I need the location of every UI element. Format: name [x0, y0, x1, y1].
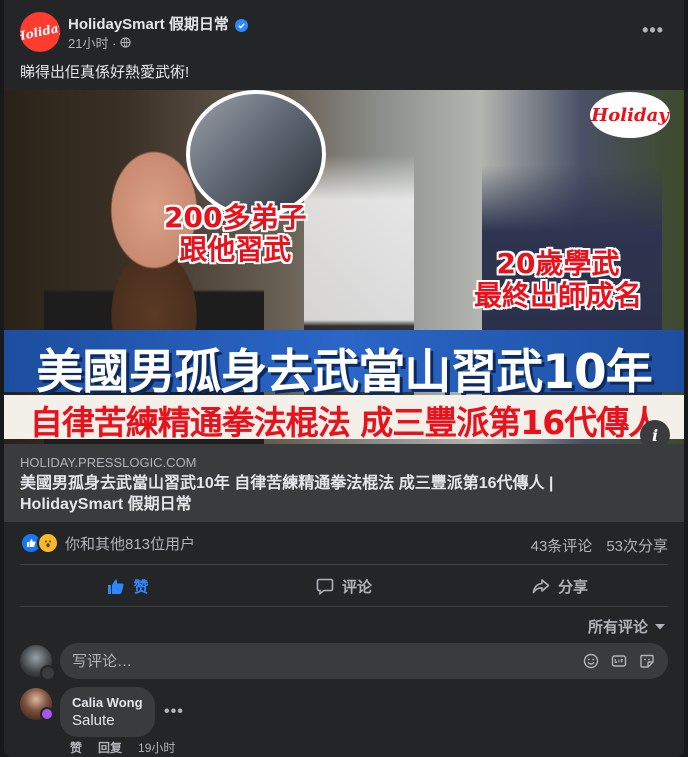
comment-label: 评论: [341, 578, 372, 596]
link-preview[interactable]: HOLIDAY.PRESSLOGIC.COM 美國男孤身去武當山習武10年 自律…: [4, 444, 684, 522]
link-title[interactable]: 美國男孤身去武當山習武10年 自律苦練精通拳法棍法 成三豐派第16代傳人 | H…: [20, 473, 660, 515]
image-caption-learning: 20歲學武 最終出師成名: [474, 247, 643, 313]
chevron-down-icon[interactable]: [40, 665, 56, 681]
top-fan-badge-icon: [40, 707, 54, 721]
emoji-icon[interactable]: [582, 652, 600, 670]
page-avatar[interactable]: Holiday: [20, 12, 60, 52]
divider-top: [20, 564, 668, 565]
action-bar: 赞 评论 分享: [20, 568, 668, 604]
page-name[interactable]: HolidaySmart 假期日常: [68, 13, 248, 34]
verified-badge-icon: [234, 19, 248, 32]
info-icon[interactable]: i: [640, 420, 670, 444]
link-domain: HOLIDAY.PRESSLOGIC.COM: [20, 455, 197, 470]
share-icon: [532, 579, 550, 594]
reactions-text: 你和其他813位用户: [65, 535, 196, 553]
engagement-counts: 43条评论 53次分享: [531, 535, 668, 556]
comment-sort-dropdown[interactable]: 所有评论: [588, 616, 666, 637]
wow-reaction-icon: [37, 532, 59, 554]
reactions-summary[interactable]: 你和其他813位用户: [20, 532, 195, 554]
comment-sort-label: 所有评论: [587, 619, 648, 636]
like-label: 赞: [133, 578, 149, 596]
globe-icon: [120, 37, 132, 48]
post-text: 睇得出佢真係好熱愛武術!: [20, 64, 190, 81]
thumbs-up-icon: [108, 579, 125, 594]
comments-count[interactable]: 43条评论: [531, 535, 593, 556]
divider-bottom: [20, 606, 668, 607]
comment-bubble: Calia Wong Salute: [60, 687, 155, 737]
comment-icon: [316, 578, 334, 595]
post-image[interactable]: 200多弟子 跟他習武 20歲學武 最終出師成名 Holiday 美國男孤身去武…: [4, 90, 684, 444]
image-subline: 自律苦練精通拳法棍法 成三豐派第16代傳人: [29, 403, 661, 442]
image-inset-circle: [186, 90, 326, 218]
comment-more-options-icon[interactable]: •••: [164, 703, 184, 721]
comment-text: Salute: [72, 712, 115, 729]
page-avatar-logo: Holiday: [20, 19, 60, 45]
like-button[interactable]: 赞: [20, 568, 236, 604]
share-label: 分享: [557, 578, 588, 596]
comment-reply-link[interactable]: 回复: [98, 739, 122, 756]
post-meta: 21小时 ·: [68, 33, 132, 52]
comment-input-icons: [582, 652, 668, 670]
chevron-down-icon: [655, 623, 665, 629]
share-button[interactable]: 分享: [452, 568, 668, 604]
page-name-text[interactable]: HolidaySmart 假期日常: [68, 16, 229, 33]
gif-icon[interactable]: [610, 652, 628, 670]
comment-time[interactable]: 19小时: [138, 739, 175, 756]
post-timestamp[interactable]: 21小时 ·: [68, 33, 116, 52]
image-headline: 美國男孤身去武當山習武10年: [36, 345, 652, 400]
comment-like-link[interactable]: 赞: [70, 739, 82, 756]
sticker-icon[interactable]: [638, 652, 656, 670]
comment-input[interactable]: [60, 652, 582, 670]
comment-box[interactable]: [60, 643, 668, 679]
comment-author[interactable]: Calia Wong: [72, 695, 143, 710]
comment-actions: 赞 回复 19小时: [70, 739, 175, 756]
comment-button[interactable]: 评论: [236, 568, 452, 604]
holiday-logo: Holiday: [590, 92, 670, 138]
image-caption-disciples: 200多弟子 跟他習武: [164, 201, 307, 267]
post-card: Holiday HolidaySmart 假期日常 21小时 · ••• 睇得出…: [4, 0, 684, 757]
shares-count[interactable]: 53次分享: [606, 535, 668, 556]
more-options-icon[interactable]: •••: [642, 20, 664, 41]
